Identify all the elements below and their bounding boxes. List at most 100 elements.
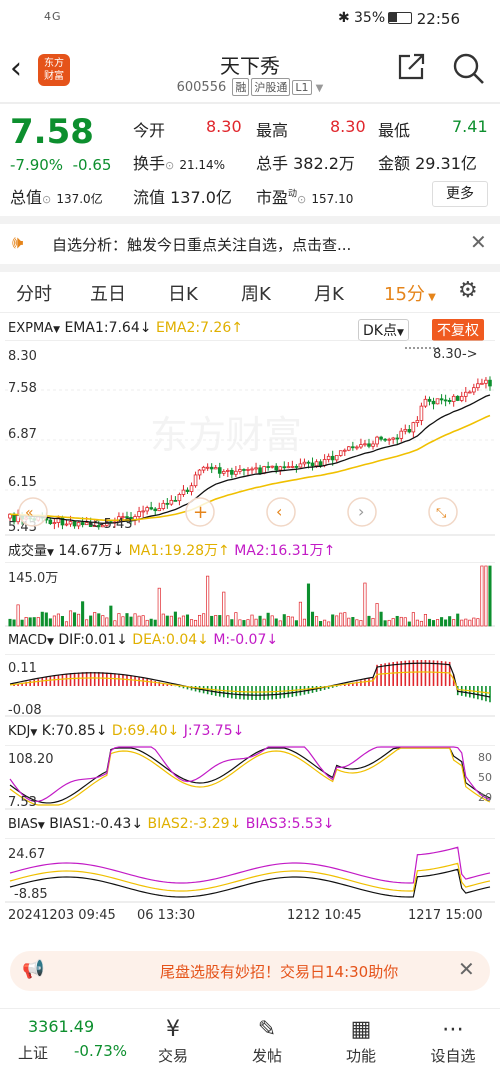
more-button[interactable]: 更多 <box>432 181 488 207</box>
bluetooth-icon: ✱ <box>338 10 350 26</box>
volume-bar <box>403 617 407 627</box>
volume-bar <box>222 591 226 627</box>
volume-bar <box>56 613 60 627</box>
candle <box>472 387 476 393</box>
nav-trade[interactable]: ¥ 交易 <box>138 1015 208 1066</box>
candle <box>258 467 262 474</box>
kline-chart[interactable]: 东方财富 8.30 7.58 6.87 6.15 5.43 8.30-> <-5… <box>0 340 500 540</box>
indicator-select[interactable]: EXPMA▼ <box>8 321 60 336</box>
candle <box>270 465 274 468</box>
chevron-down-icon[interactable]: ▼ <box>316 83 324 94</box>
macd-chart[interactable]: 0.11 -0.08 <box>0 654 500 718</box>
candle <box>338 450 343 456</box>
bias1: BIAS1:-0.43 <box>49 816 132 832</box>
kdj-r-top: 80 <box>478 751 492 764</box>
volume-bar <box>290 616 294 627</box>
volume-bar <box>202 613 206 627</box>
volume-bar <box>343 612 347 627</box>
gear-icon[interactable]: ⚙ <box>458 278 478 303</box>
nav-post[interactable]: ✎ 发帖 <box>232 1015 302 1066</box>
volume-bar <box>218 615 222 627</box>
volume-bar <box>85 619 89 627</box>
volume-bar <box>214 615 218 627</box>
volume-bar <box>327 621 331 627</box>
volume-bar <box>8 618 12 627</box>
volume-bar <box>210 615 214 627</box>
volume-bar <box>331 614 335 627</box>
candle <box>80 522 85 526</box>
candle <box>363 443 367 446</box>
promo-banner[interactable]: 📢 尾盘选股有妙招！交易日14:30助你 ✕ <box>10 951 490 991</box>
tab-weekly-k[interactable]: 周K <box>241 280 271 306</box>
candle <box>221 471 226 474</box>
volume-bar <box>319 621 323 627</box>
candle <box>266 466 270 468</box>
candle <box>347 446 351 451</box>
low-value: 7.41 <box>452 117 488 136</box>
volume-bar <box>230 619 234 627</box>
candle <box>254 467 258 470</box>
candle <box>181 489 186 495</box>
share-icon[interactable] <box>396 52 426 82</box>
volume-bar <box>145 619 149 627</box>
candle <box>230 470 234 475</box>
volume-bar <box>169 615 173 627</box>
candle <box>290 466 295 468</box>
candle <box>314 461 319 467</box>
volume-bar <box>109 605 113 627</box>
macd-m: M:-0.07↓ <box>213 632 279 648</box>
period-tabs: 分时 五日 日K 周K 月K 15分 ▼ ⚙ <box>0 274 500 310</box>
megaphone-icon: 📢 <box>22 959 45 980</box>
volume-bar <box>149 618 153 627</box>
volume-bar <box>371 617 375 627</box>
index-value[interactable]: 3361.49 <box>28 1017 94 1036</box>
promo-close-icon[interactable]: ✕ <box>458 957 475 981</box>
adjust-button[interactable]: 不复权 <box>432 319 484 341</box>
tab-daily-k[interactable]: 日K <box>168 280 198 306</box>
svg-text:‹: ‹ <box>276 502 282 521</box>
index-name[interactable]: 上证 <box>18 1042 48 1063</box>
tab-15min[interactable]: 15分 ▼ <box>384 280 436 306</box>
candle <box>177 494 182 502</box>
bias-y-top: 24.67 <box>8 847 45 862</box>
candle <box>480 382 484 385</box>
kdj-indicator-select[interactable]: KDJ▼ <box>8 724 37 739</box>
ema1-value: EMA1:7.64 <box>64 320 140 336</box>
volume-bar <box>282 614 286 627</box>
candle <box>391 437 395 440</box>
volume-chart[interactable]: 145.0万 <box>0 562 500 628</box>
volume-bar <box>173 611 177 627</box>
macd-indicator-select[interactable]: MACD▼ <box>8 633 54 648</box>
bias-chart[interactable]: 24.67 -8.85 <box>0 838 500 904</box>
min-marker: <-5.43 <box>88 517 133 532</box>
candle <box>250 468 254 471</box>
tab-monthly-k[interactable]: 月K <box>314 280 344 306</box>
volume-bar <box>157 587 161 627</box>
volume-indicator-select[interactable]: 成交量▼ <box>8 540 54 559</box>
candle <box>447 400 452 402</box>
close-icon[interactable]: ✕ <box>470 230 487 254</box>
volume-bar <box>28 617 32 627</box>
tab-five-day[interactable]: 五日 <box>90 280 126 306</box>
volume-bar <box>48 618 52 627</box>
volume-ma2: MA2:16.31万↑ <box>234 543 336 559</box>
clock: 22:56 <box>416 10 460 28</box>
bias-indicator-select[interactable]: BIAS▼ <box>8 817 45 832</box>
nav-functions[interactable]: ▦ 功能 <box>326 1015 396 1066</box>
macd-y-bottom: -0.08 <box>8 703 42 718</box>
kdj-chart[interactable]: 108.20 7.53 80 50 20 <box>0 745 500 811</box>
watchlist-banner[interactable]: 🕪 自选分析：触发今日重点关注自选，点击查... ✕ <box>0 224 500 264</box>
volume-bar <box>302 618 307 627</box>
volume-bar <box>20 619 24 627</box>
more-dots-icon: ⋯ <box>442 1017 464 1042</box>
tab-intraday[interactable]: 分时 <box>16 280 52 306</box>
nav-watchlist[interactable]: ⋯ 设自选 <box>418 1015 488 1066</box>
volume-bar <box>117 613 121 627</box>
index-change[interactable]: -0.73% <box>74 1042 127 1060</box>
search-icon[interactable] <box>452 52 486 86</box>
promo-text: 尾盘选股有妙招！交易日14:30助你 <box>160 963 399 981</box>
stock-code: 600556 <box>176 80 227 95</box>
x-label-3: 1212 10:45 <box>287 908 362 923</box>
amount-field: 金额 29.31亿 <box>378 154 477 173</box>
dk-point-button[interactable]: DK点▼ <box>358 319 409 341</box>
